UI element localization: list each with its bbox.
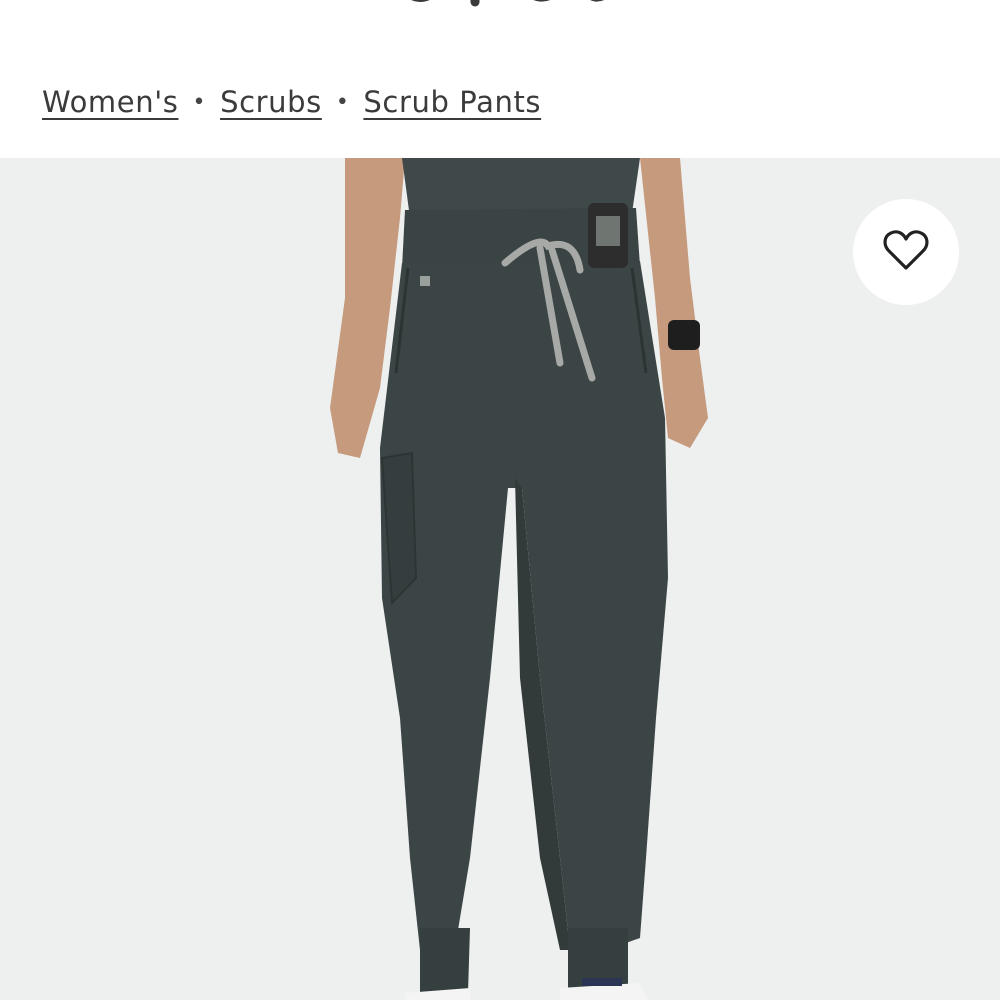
favorite-button[interactable] [853,199,959,305]
brand-logo[interactable] [380,0,620,12]
product-photo-illustration [330,158,708,1000]
breadcrumb: Women's • Scrubs • Scrub Pants [42,80,541,124]
product-image[interactable] [0,158,1000,1000]
breadcrumb-scrubs[interactable]: Scrubs [220,85,322,119]
breadcrumb-scrub-pants[interactable]: Scrub Pants [363,85,541,119]
breadcrumb-separator: • [192,89,207,115]
breadcrumb-separator: • [335,89,350,115]
product-page: Women's • Scrubs • Scrub Pants [0,0,1000,1000]
breadcrumb-womens[interactable]: Women's [42,85,178,119]
heart-outline-icon [882,228,930,276]
